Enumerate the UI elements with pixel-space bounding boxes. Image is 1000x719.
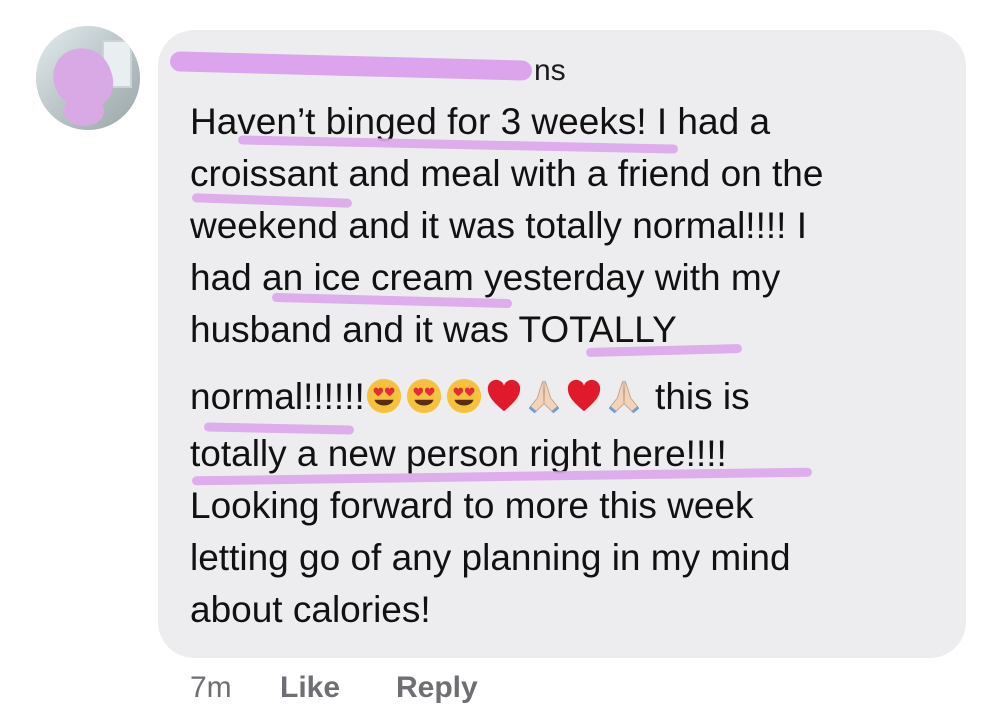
comment-line: croissant and meal with a friend on the [190, 153, 824, 194]
author-name-visible-part: ns [534, 54, 566, 85]
comment-line: weekend and it was totally normal!!!! I [190, 205, 807, 246]
comment-line: Looking forward to more this week [190, 485, 754, 526]
reply-button[interactable]: Reply [396, 668, 478, 708]
avatar[interactable] [36, 26, 140, 130]
comment-line-with-emoji: normal!!!!!! this is [190, 356, 950, 428]
like-button[interactable]: Like [280, 668, 340, 708]
red-heart-emoji [485, 377, 523, 415]
heart-eyes-emoji [405, 377, 443, 415]
comment-line: husband and it was TOTALLY [190, 309, 677, 350]
comment-line-end: this is [644, 376, 750, 417]
avatar-redaction-scribble-lower [64, 96, 104, 126]
comment-line: letting go of any planning in my mind [190, 537, 791, 578]
comment-line-start: normal!!!!!! [190, 376, 365, 417]
comment-timestamp: 7m [190, 671, 232, 704]
praying-hands-emoji [525, 377, 563, 415]
comment-text: Haven’t binged for 3 weeks! I had a croi… [190, 96, 950, 636]
comment-line: about calories! [190, 589, 431, 630]
heart-eyes-emoji [445, 377, 483, 415]
praying-hands-emoji [605, 377, 643, 415]
red-heart-emoji [565, 377, 603, 415]
heart-eyes-emoji [365, 377, 403, 415]
